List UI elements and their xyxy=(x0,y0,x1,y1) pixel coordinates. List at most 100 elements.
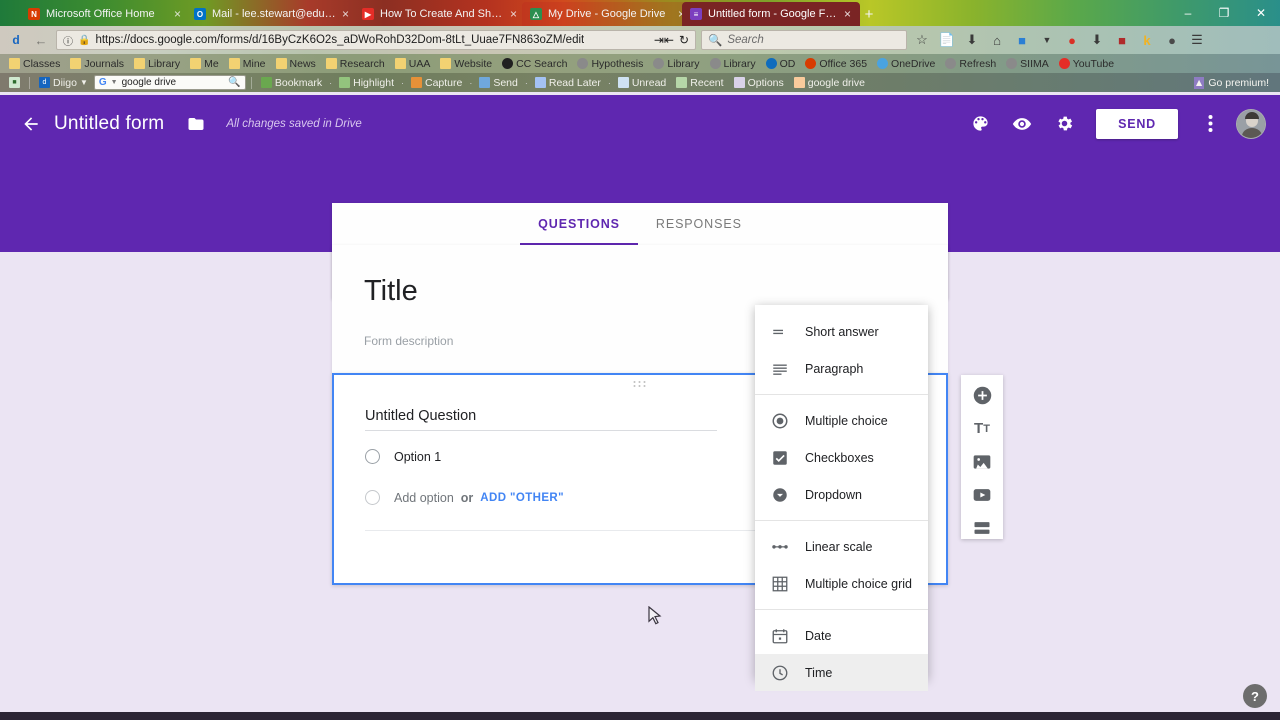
add-title-icon[interactable]: TT xyxy=(970,417,994,440)
diigo-button[interactable]: d Diigo ▼ xyxy=(35,77,92,89)
add-question-icon[interactable] xyxy=(970,384,994,407)
star-icon[interactable]: ☆ xyxy=(912,30,932,50)
help-button[interactable]: ? xyxy=(1243,684,1267,708)
extension-icon[interactable]: ■ xyxy=(5,77,24,88)
chevron-down-icon[interactable]: ▼ xyxy=(1037,30,1057,50)
tab-questions[interactable]: QUESTIONS xyxy=(520,203,638,245)
menu-item-checkboxes[interactable]: Checkboxes xyxy=(755,439,928,476)
menu-item-multiple-choice[interactable]: Multiple choice xyxy=(755,402,928,439)
diigo-action-send[interactable]: Send xyxy=(475,77,522,89)
browser-search-box[interactable]: 🔍 Search xyxy=(701,30,907,50)
bookmark-item[interactable]: Office 365 xyxy=(801,58,871,70)
evernote-icon[interactable]: ● xyxy=(1162,30,1182,50)
diigo-action-google-drive[interactable]: google drive xyxy=(790,77,869,89)
menu-item-multiple-choice-grid[interactable]: Multiple choice grid xyxy=(755,565,928,602)
bookmark-item[interactable]: Library xyxy=(130,58,184,70)
diigo-search-input[interactable]: G ▼ google drive 🔍 xyxy=(93,75,246,90)
add-other-button[interactable]: ADD "OTHER" xyxy=(480,492,564,504)
download-icon[interactable]: ⬇ xyxy=(962,30,982,50)
diigo-action-unread[interactable]: Unread xyxy=(614,77,670,89)
theme-palette-icon[interactable] xyxy=(964,108,996,140)
downthemall-icon[interactable]: ⬇ xyxy=(1087,30,1107,50)
bookmark-item[interactable]: Mine xyxy=(225,58,270,70)
radio-button-icon[interactable] xyxy=(365,449,380,464)
new-tab-button[interactable]: + xyxy=(858,2,880,26)
bookmark-item[interactable]: Library xyxy=(649,58,703,70)
menu-item-short-answer[interactable]: Short answer xyxy=(755,313,928,350)
window-minimize-button[interactable]: – xyxy=(1175,3,1201,23)
bookmark-item[interactable]: YouTube xyxy=(1055,58,1118,70)
tab-close-icon[interactable]: × xyxy=(510,8,520,20)
menu-item-linear-scale[interactable]: Linear scale xyxy=(755,528,928,565)
bookmark-item[interactable]: Me xyxy=(186,58,223,70)
diigo-action-highlight[interactable]: Highlight xyxy=(335,77,398,89)
avatar[interactable] xyxy=(1236,108,1266,139)
question-type-menu[interactable]: Short answer Paragraph Multiple choice Chec… xyxy=(755,305,928,691)
drag-handle-icon[interactable] xyxy=(633,381,647,387)
question-title-input[interactable]: Untitled Question xyxy=(365,408,717,431)
option-1-label[interactable]: Option 1 xyxy=(394,450,441,464)
reading-list-icon[interactable]: 📄 xyxy=(937,30,957,50)
browser-tab-0[interactable]: N Microsoft Office Home × xyxy=(20,2,190,26)
bookmark-item[interactable]: SIIMA xyxy=(1002,58,1053,70)
tab-responses[interactable]: RESPONSES xyxy=(638,203,760,245)
bookmark-item[interactable]: Journals xyxy=(66,58,128,70)
bookmark-item[interactable]: OD xyxy=(762,58,800,70)
form-name[interactable]: Untitled form xyxy=(54,113,164,135)
browser-tab-2[interactable]: ▶ How To Create And Share ... × xyxy=(354,2,526,26)
menu-item-date[interactable]: Date xyxy=(755,617,928,654)
window-close-button[interactable]: ✕ xyxy=(1248,3,1274,23)
bookmark-item[interactable]: Classes xyxy=(5,58,64,70)
tab-close-icon[interactable]: × xyxy=(174,8,184,20)
bookmark-item[interactable]: UAA xyxy=(391,58,435,70)
browser-tab-1[interactable]: O Mail - lee.stewart@edu.ua... × xyxy=(186,2,358,26)
kami-icon[interactable]: k xyxy=(1137,30,1157,50)
bookmark-item[interactable]: Research xyxy=(322,58,389,70)
browser-menu-icon[interactable]: ☰ xyxy=(1187,30,1207,50)
diigo-action-read-later[interactable]: Read Later xyxy=(531,77,605,89)
add-image-icon[interactable] xyxy=(970,450,994,473)
extension-colors-icon[interactable]: ● xyxy=(1062,30,1082,50)
send-button[interactable]: SEND xyxy=(1096,108,1178,139)
bookmark-item[interactable]: Hypothesis xyxy=(573,58,647,70)
menu-item-time[interactable]: Time xyxy=(755,654,928,691)
pocket-icon[interactable]: ■ xyxy=(1012,30,1032,50)
search-icon[interactable]: 🔍 xyxy=(228,77,240,88)
diigo-action-capture[interactable]: Capture xyxy=(407,77,466,89)
preview-eye-icon[interactable] xyxy=(1006,108,1038,140)
add-option-label[interactable]: Add option xyxy=(394,491,454,505)
bookmark-item[interactable]: News xyxy=(272,58,320,70)
diigo-action-recent[interactable]: Recent xyxy=(672,77,727,89)
bookmark-item[interactable]: OneDrive xyxy=(873,58,939,70)
translate-icon[interactable]: ⇥⇤ xyxy=(654,33,674,47)
diigo-action-options[interactable]: Options xyxy=(730,77,788,89)
menu-item-paragraph[interactable]: Paragraph xyxy=(755,350,928,387)
browser-tab-4[interactable]: ≡ Untitled form - Google Fo... × xyxy=(682,2,860,26)
go-premium-button[interactable]: ▲ Go premium! xyxy=(1193,76,1275,89)
window-maximize-button[interactable]: ❐ xyxy=(1211,3,1237,23)
bookmark-item[interactable]: Refresh xyxy=(941,58,1000,70)
bookmark-item[interactable]: CC Search xyxy=(498,58,571,70)
adblock-icon[interactable]: ■ xyxy=(1112,30,1132,50)
settings-gear-icon[interactable] xyxy=(1048,108,1080,140)
address-bar[interactable]: ⓘ 🔒 https://docs.google.com/forms/d/16By… xyxy=(56,30,696,50)
bookmark-item[interactable]: Library xyxy=(706,58,760,70)
folder-icon[interactable] xyxy=(184,112,208,136)
option-row-1[interactable]: Option 1 xyxy=(365,449,441,464)
home-icon[interactable]: ⌂ xyxy=(987,30,1007,50)
tab-close-icon[interactable]: × xyxy=(342,8,352,20)
back-arrow-icon[interactable] xyxy=(14,107,48,141)
browser-tab-3[interactable]: △ My Drive - Google Drive × xyxy=(522,2,694,26)
tab-close-icon[interactable]: × xyxy=(844,8,854,20)
diigo-action-bookmark[interactable]: Bookmark xyxy=(257,77,326,89)
page-title[interactable]: Title xyxy=(364,275,916,308)
menu-item-dropdown[interactable]: Dropdown xyxy=(755,476,928,513)
add-option-row[interactable]: Add option or ADD "OTHER" xyxy=(365,490,564,505)
add-section-icon[interactable] xyxy=(970,516,994,539)
diigo-toolbar-icon[interactable]: d xyxy=(6,30,26,50)
add-video-icon[interactable] xyxy=(970,483,994,506)
bookmark-item[interactable]: Website xyxy=(436,58,496,70)
reload-icon[interactable]: ↻ xyxy=(679,33,689,47)
back-button[interactable]: ← xyxy=(31,30,51,50)
more-vertical-icon[interactable] xyxy=(1194,108,1226,140)
